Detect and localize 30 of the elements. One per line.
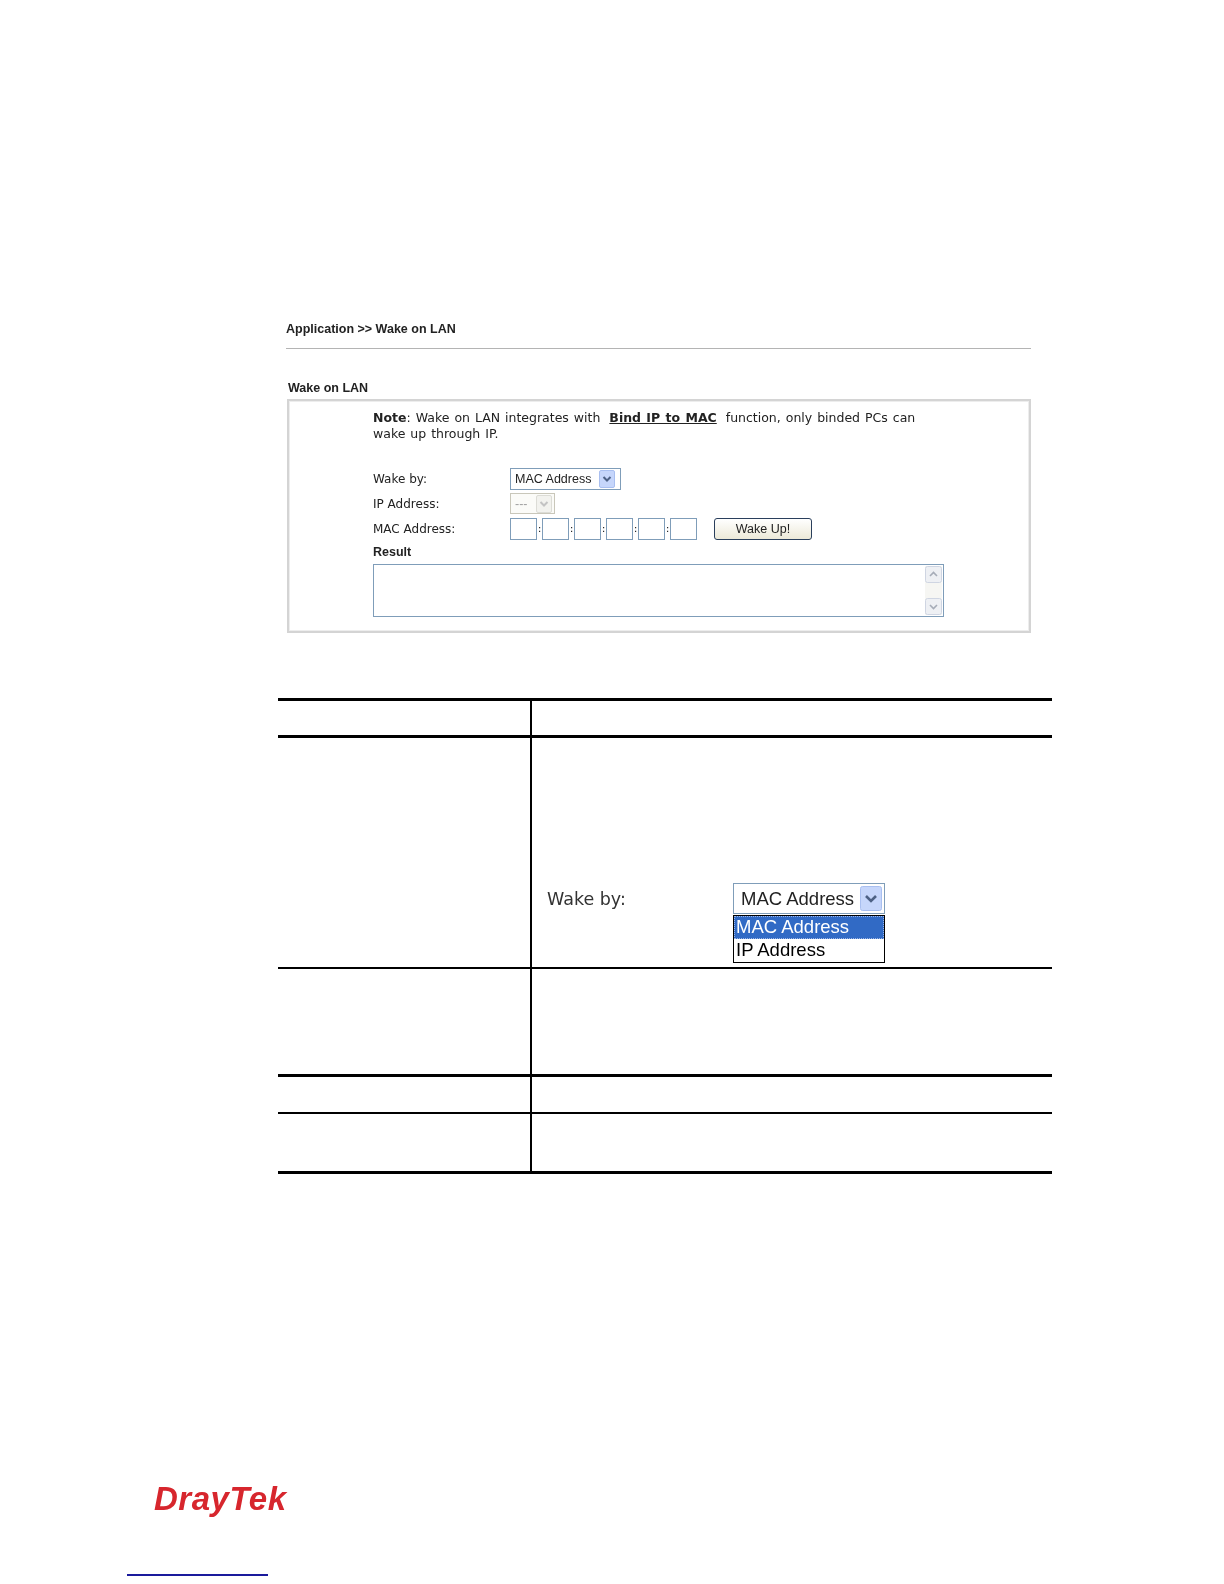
field-label: MAC Address: [373, 521, 457, 536]
input-field[interactable] [542, 517, 569, 540]
brand-logo: DrayTek [154, 1481, 287, 1517]
dropdown-caret-icon[interactable] [860, 886, 882, 911]
field-label: Wake by: [547, 888, 627, 909]
dropdown-select[interactable]: MAC Address [733, 883, 885, 914]
input-field[interactable] [510, 517, 537, 540]
dropdown-option[interactable]: IP Address [734, 939, 884, 962]
section-title: Wake on LAN [288, 380, 370, 396]
input-field[interactable] [606, 517, 633, 540]
separator-text: : [601, 520, 606, 537]
separator-text: : [633, 520, 638, 537]
separator-text: : [665, 520, 670, 537]
input-field[interactable] [574, 517, 601, 540]
dropdown-select[interactable]: MAC Address [510, 467, 622, 490]
result-label: Result [373, 544, 413, 560]
dropdown-caret-icon[interactable] [599, 469, 616, 488]
result-textarea[interactable] [373, 564, 944, 617]
scrollbar-track[interactable] [925, 566, 942, 615]
field-label: Wake by: [373, 471, 429, 486]
bind-ip-to-mac-link[interactable]: Bind IP to MAC [609, 410, 717, 425]
input-field[interactable] [638, 517, 665, 540]
breadcrumb: Application >> Wake on LAN [286, 321, 457, 337]
separator-text: : [569, 520, 574, 537]
note-text: Note: Wake on LAN integrates with Bind IP to MAC function, only binded PCs can wake up through IP. [373, 410, 917, 442]
wake-up-button[interactable]: Wake Up! [714, 517, 812, 540]
separator-text: : [537, 520, 542, 537]
dropdown-option[interactable]: MAC Address [734, 916, 884, 939]
input-field[interactable] [670, 517, 697, 540]
field-label: IP Address: [373, 496, 441, 511]
